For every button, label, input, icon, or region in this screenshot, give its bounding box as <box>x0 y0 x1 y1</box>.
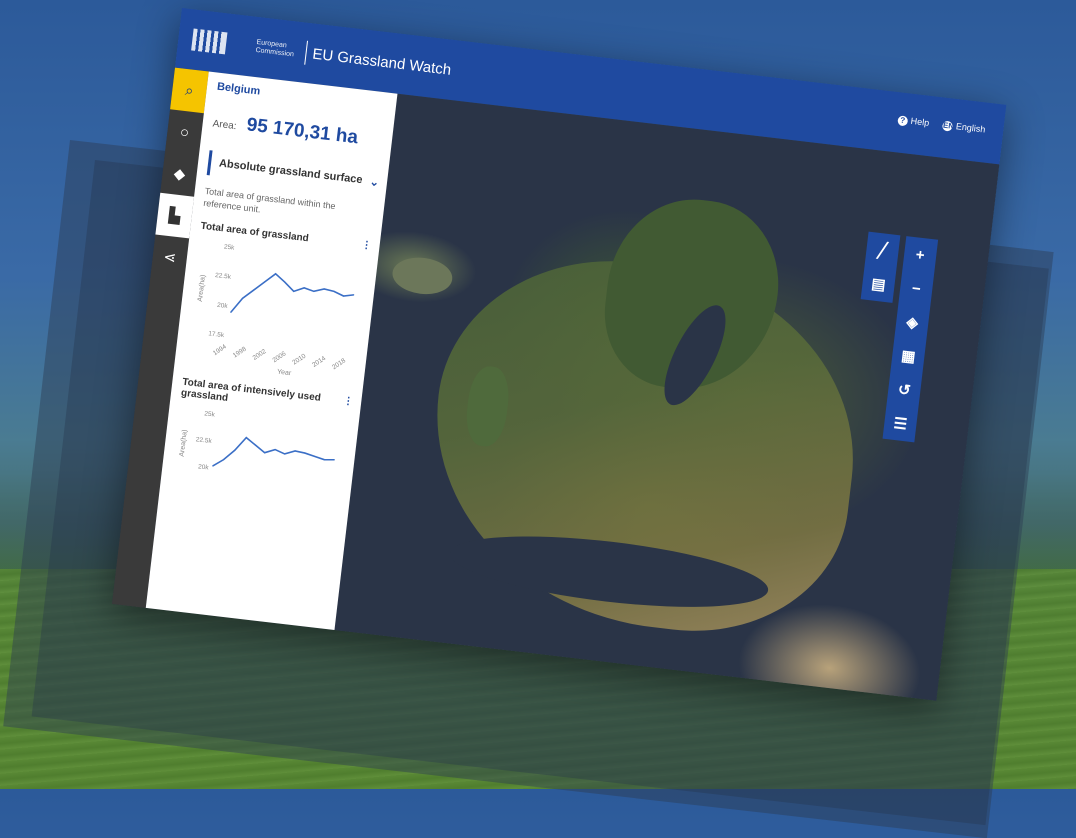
x-tick-label: 2018 <box>331 357 347 371</box>
circle-icon[interactable]: ○ <box>165 109 204 155</box>
minus-icon[interactable]: − <box>898 270 934 308</box>
header-divider <box>304 40 309 65</box>
y-tick-label: 20k <box>217 302 229 310</box>
search-icon[interactable]: ⌕ <box>170 67 209 114</box>
chart-card-2: Total area of intensively used grassland… <box>171 377 354 502</box>
x-tick-label: 2006 <box>271 350 287 364</box>
plus-icon[interactable]: + <box>902 236 938 274</box>
ec-logo <box>191 25 254 62</box>
ec-label: European Commission <box>255 38 295 59</box>
grassland-chart: 25k 22.5k 20k 17.5k Area(ha) 1994 1998 2002 2006… <box>197 244 355 378</box>
y-tick-label: 22.5k <box>215 272 232 281</box>
y-tick-label: 17.5k <box>208 330 225 339</box>
x-tick-label: 2002 <box>252 348 268 362</box>
list-icon[interactable]: ☰ <box>883 405 919 443</box>
chart-card: Total area of grassland ⋮ 25k 22.5k 20k 17.… <box>184 221 372 385</box>
y-axis-label: Area(ha) <box>197 274 207 302</box>
language-icon: EN <box>942 120 955 132</box>
series-line <box>230 272 354 313</box>
x-tick-label: 1998 <box>232 345 248 359</box>
map-tools: ╱ ▤ <box>860 231 901 303</box>
y-tick-label: 25k <box>204 410 216 418</box>
header-links: ? Help ENEnglish <box>897 114 986 135</box>
layers-icon[interactable]: ◆ <box>160 151 199 197</box>
grid-icon[interactable]: ▦ <box>890 337 926 375</box>
y-axis-label: Area(ha) <box>179 429 189 457</box>
chart-icon[interactable]: ▙ <box>155 192 195 239</box>
x-tick-label: 2010 <box>291 352 307 366</box>
ruler-icon[interactable]: ╱ <box>865 232 901 270</box>
more-options-icon[interactable]: ⋮ <box>361 240 372 252</box>
help-icon: ? <box>897 115 909 127</box>
y-tick-label: 22.5k <box>195 436 212 445</box>
area-row: Area: 95 170,31 ha <box>212 110 393 153</box>
print-icon[interactable]: ▤ <box>861 265 897 303</box>
more-options-icon-2[interactable]: ⋮ <box>341 396 354 419</box>
area-value: 95 170,31 ha <box>245 114 360 149</box>
series-line <box>212 436 335 467</box>
language-selector[interactable]: ENEnglish <box>942 120 986 136</box>
y-tick-label: 25k <box>224 244 236 252</box>
x-axis-label: Year <box>277 369 293 378</box>
history-icon[interactable]: ↺ <box>887 371 923 409</box>
app-title: EU Grassland Watch <box>311 45 453 79</box>
map-island <box>390 254 455 298</box>
area-label: Area: <box>212 118 238 133</box>
intensive-grassland-chart: 25k 22.5k 20k Area(ha) <box>179 410 335 472</box>
x-tick-label: 1994 <box>212 343 228 357</box>
locate-icon[interactable]: ◈ <box>894 304 930 342</box>
app-window: European Commission EU Grassland Watch ?… <box>111 8 1007 701</box>
x-tick-label: 2014 <box>311 355 327 369</box>
share-icon[interactable]: ⋖ <box>150 234 189 280</box>
indicator-label: Absolute grassland surface <box>218 157 364 187</box>
chevron-down-icon: ⌄ <box>369 176 380 190</box>
help-link[interactable]: ? Help <box>897 114 930 129</box>
y-tick-label: 20k <box>198 463 210 471</box>
